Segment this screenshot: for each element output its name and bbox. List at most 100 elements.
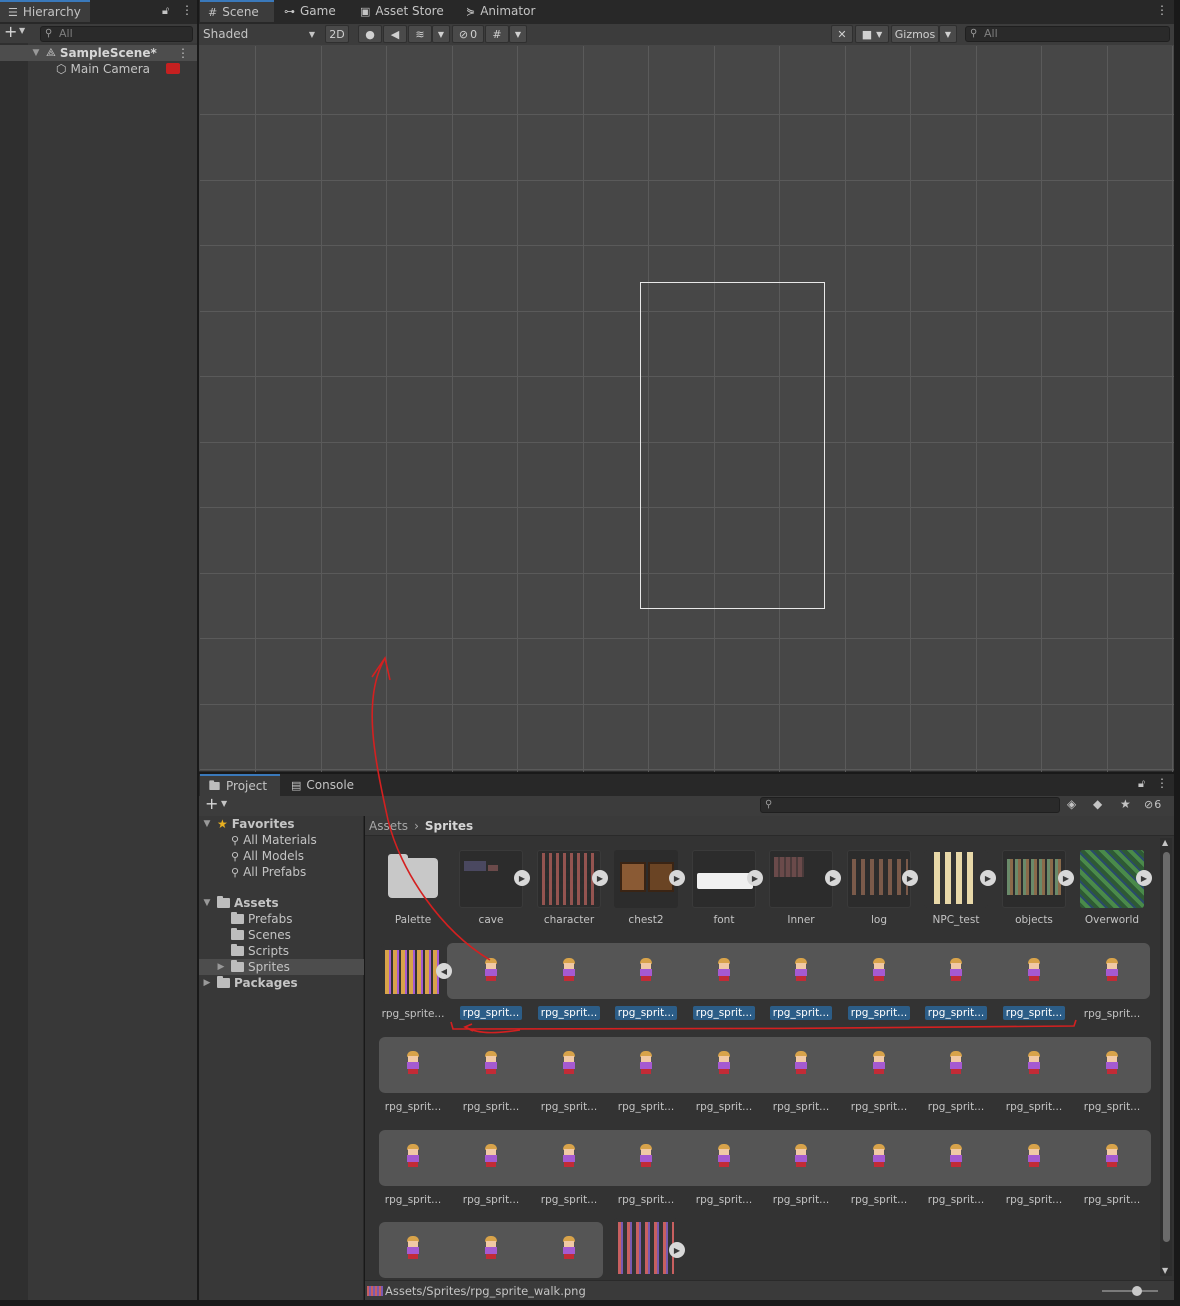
sub-sprite-item[interactable]: rpg_sprit... bbox=[1073, 1130, 1151, 1222]
expand-sprites-play-icon[interactable]: ▶ bbox=[980, 870, 996, 886]
lock-icon[interactable]: 🔓︎ bbox=[162, 4, 169, 18]
add-icon[interactable]: + bbox=[4, 22, 17, 41]
effects-toggle-button[interactable]: ≋ bbox=[408, 25, 432, 43]
asset-cave[interactable]: cave bbox=[452, 850, 530, 942]
breadcrumb-assets[interactable]: Assets bbox=[369, 819, 408, 833]
tab-asset-store[interactable]: ▣ Asset Store bbox=[352, 0, 452, 22]
favorites-row[interactable]: ▼ ★ Favorites bbox=[201, 816, 295, 832]
sub-sprite-item[interactable]: rpg_sprit... bbox=[1073, 944, 1151, 1036]
asset-chest2[interactable]: chest2 bbox=[607, 850, 685, 942]
sub-sprite-item[interactable]: rpg_sprit... bbox=[995, 944, 1073, 1036]
camera-settings-button[interactable]: ■ ▼ bbox=[855, 25, 889, 43]
expand-triangle-icon[interactable]: ▼ bbox=[201, 819, 213, 829]
sub-sprite-item[interactable]: rpg_sprit... bbox=[607, 1037, 685, 1129]
chevron-down-icon[interactable]: ▼ bbox=[19, 26, 25, 35]
asset-objects[interactable]: objects bbox=[995, 850, 1073, 942]
expand-sprites-play-icon[interactable]: ▶ bbox=[514, 870, 530, 886]
sub-sprite-item[interactable]: rpg_sprit... bbox=[530, 1037, 608, 1129]
sub-sprite-item[interactable]: rpg_sprit... bbox=[762, 1130, 840, 1222]
tab-project[interactable]: Project bbox=[200, 774, 280, 796]
lock-icon[interactable]: 🔓︎ bbox=[1138, 777, 1145, 791]
scrollbar-track[interactable] bbox=[1160, 838, 1172, 1276]
tab-console[interactable]: ▤ Console bbox=[283, 774, 362, 796]
audio-toggle-button[interactable]: ◀ bbox=[383, 25, 407, 43]
sub-sprite-item[interactable]: rpg_sprit... bbox=[685, 1037, 763, 1129]
asset-font[interactable]: font bbox=[685, 850, 763, 942]
sub-sprite-item[interactable]: rpg_sprit... bbox=[530, 1130, 608, 1222]
expand-triangle-icon[interactable]: ▼ bbox=[30, 48, 42, 58]
asset-inner[interactable]: Inner bbox=[762, 850, 840, 942]
expand-triangle-icon[interactable]: ▼ bbox=[201, 898, 213, 908]
tab-animator[interactable]: ⋟ Animator bbox=[458, 0, 543, 22]
asset-palette[interactable]: Palette bbox=[374, 850, 452, 942]
chevron-down-icon[interactable]: ▼ bbox=[221, 799, 227, 808]
add-icon[interactable]: + bbox=[205, 794, 218, 813]
sub-sprite-item[interactable]: rpg_sprit... bbox=[762, 1037, 840, 1129]
scene-row[interactable]: ▼ ⟁ SampleScene* ⋮ bbox=[0, 45, 197, 61]
lighting-toggle-button[interactable]: ● bbox=[358, 25, 382, 43]
sub-sprite-item[interactable]: rpg_sprit... bbox=[685, 944, 763, 1036]
collapse-triangle-icon[interactable]: ▶ bbox=[215, 962, 227, 972]
sub-sprite-item[interactable]: rpg_sprit... bbox=[840, 944, 918, 1036]
sub-sprite-item[interactable]: rpg_sprit... bbox=[840, 1130, 918, 1222]
sub-sprite-item[interactable]: rpg_sprit... bbox=[1073, 1037, 1151, 1129]
sub-sprite-item[interactable]: rpg_sprit... bbox=[607, 944, 685, 1036]
sub-sprite-item[interactable]: rpg_sprit... bbox=[607, 1130, 685, 1222]
asset-rpg-sprite-walk[interactable]: rpg_sprite... bbox=[374, 944, 452, 1036]
sub-sprite-item[interactable]: rpg_sprit... bbox=[452, 1037, 530, 1129]
sub-sprite-item[interactable]: rpg_sprit... bbox=[530, 944, 608, 1036]
search-by-type-icon[interactable]: ◈ bbox=[1067, 797, 1076, 811]
hierarchy-search-input[interactable]: ⚲ All bbox=[40, 26, 193, 42]
expand-sprites-play-icon[interactable]: ▶ bbox=[902, 870, 918, 886]
grid-toggle-button[interactable]: # bbox=[485, 25, 509, 43]
sub-sprite-item[interactable]: rpg_sprit... bbox=[917, 1037, 995, 1129]
sub-sprite-item[interactable]: rpg_sprit... bbox=[995, 1037, 1073, 1129]
scroll-up-icon[interactable]: ▲ bbox=[1162, 838, 1168, 847]
asset-log[interactable]: log bbox=[840, 850, 918, 942]
favorite-star-icon[interactable]: ★ bbox=[1120, 797, 1131, 811]
icon-size-slider[interactable] bbox=[1102, 1286, 1158, 1296]
grid-dropdown[interactable]: ▼ bbox=[509, 25, 527, 43]
folder-prefabs[interactable]: Prefabs bbox=[231, 911, 293, 927]
effects-dropdown[interactable]: ▼ bbox=[432, 25, 450, 43]
expand-sprites-play-icon[interactable]: ▶ bbox=[825, 870, 841, 886]
sub-sprite-item[interactable]: rpg_sprit... bbox=[452, 944, 530, 1036]
collapse-triangle-icon[interactable]: ▶ bbox=[201, 978, 213, 988]
gizmos-button[interactable]: Gizmos bbox=[891, 25, 939, 43]
scene-search-input[interactable]: ⚲ All bbox=[965, 26, 1170, 42]
sub-sprite-item[interactable]: rpg_sprit... bbox=[995, 1130, 1073, 1222]
sub-sprite-item[interactable]: rpg_sprit... bbox=[917, 944, 995, 1036]
project-search-input[interactable]: ⚲ bbox=[760, 797, 1060, 813]
asset-overworld[interactable]: Overworld bbox=[1073, 850, 1151, 942]
tools-button[interactable]: ✕ bbox=[831, 25, 853, 43]
slider-thumb[interactable] bbox=[1132, 1286, 1142, 1296]
shading-mode-dropdown[interactable]: Shaded ▼ bbox=[201, 25, 319, 43]
tab-game[interactable]: ⊶ Game bbox=[276, 0, 344, 22]
favorite-all-models[interactable]: ⚲ All Models bbox=[231, 848, 304, 864]
folder-scenes[interactable]: Scenes bbox=[231, 927, 291, 943]
tab-hierarchy[interactable]: ☰ Hierarchy bbox=[0, 0, 90, 22]
expand-sprites-play-icon[interactable]: ▶ bbox=[747, 870, 763, 886]
asset-npc-test[interactable]: NPC_test bbox=[917, 850, 995, 942]
toggle-2d-button[interactable]: 2D bbox=[325, 25, 349, 43]
expand-sprites-play-icon[interactable]: ▶ bbox=[1136, 870, 1152, 886]
expand-sprites-play-icon[interactable]: ▶ bbox=[1058, 870, 1074, 886]
more-options-icon[interactable]: ⋮ bbox=[1156, 3, 1168, 17]
hierarchy-item-main-camera[interactable]: ⬡ Main Camera bbox=[56, 61, 150, 77]
scrollbar-thumb[interactable] bbox=[1163, 852, 1170, 1242]
folder-scripts[interactable]: Scripts bbox=[231, 943, 289, 959]
expand-sprites-play-icon[interactable]: ▶ bbox=[669, 870, 685, 886]
scene-menu-icon[interactable]: ⋮ bbox=[177, 46, 189, 60]
packages-folder-row[interactable]: ▶ Packages bbox=[201, 975, 298, 991]
assets-folder-row[interactable]: ▼ Assets bbox=[201, 895, 279, 911]
scroll-down-icon[interactable]: ▼ bbox=[1162, 1266, 1168, 1275]
scene-visibility-button[interactable]: ⊘ 0 bbox=[452, 25, 484, 43]
expand-sprites-play-icon[interactable]: ▶ bbox=[669, 1242, 685, 1258]
sub-sprite-item[interactable]: rpg_sprit... bbox=[917, 1130, 995, 1222]
sub-sprite-item[interactable]: rpg_sprit... bbox=[374, 1130, 452, 1222]
hidden-packages-button[interactable]: ⊘ 6 bbox=[1144, 798, 1161, 811]
sub-sprite-item[interactable]: rpg_sprit... bbox=[840, 1037, 918, 1129]
sub-sprite-item[interactable]: rpg_sprit... bbox=[452, 1130, 530, 1222]
tab-scene[interactable]: # Scene bbox=[200, 0, 274, 22]
folder-sprites[interactable]: ▶ Sprites bbox=[199, 959, 364, 975]
